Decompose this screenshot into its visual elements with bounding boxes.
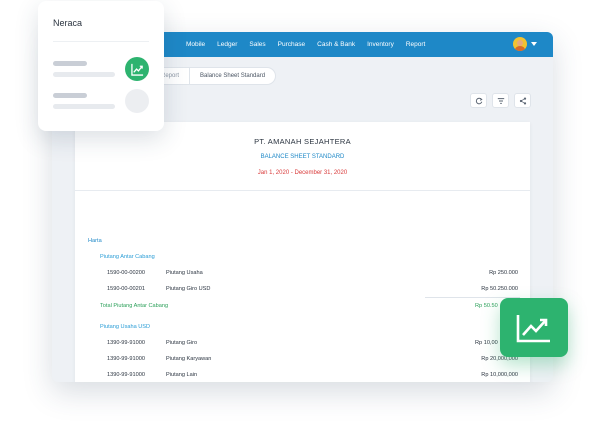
placeholder-line	[53, 104, 115, 109]
group-title: Piutang Antar Cabang	[100, 254, 155, 260]
account-amount: Rp 10,000,000	[481, 372, 518, 378]
account-code: 1390-99-91000	[107, 356, 145, 362]
report-period: Jan 1, 2020 - December 31, 2020	[257, 170, 348, 176]
main-nav: Mobile Ledger Sales Purchase Cash & Bank…	[186, 32, 437, 57]
nav-item-purchase[interactable]: Purchase	[278, 41, 305, 48]
group-total-label: Total Piutang Antar Cabang	[100, 303, 169, 309]
account-name: Piutang Giro USD	[166, 286, 211, 292]
account-name: Piutang Karyawan	[166, 356, 212, 362]
avatar[interactable]	[513, 37, 527, 51]
account-amount: Rp 10,00	[475, 340, 498, 346]
section-harta: Harta	[88, 238, 102, 244]
breadcrumb-current: Balance Sheet Standard	[189, 67, 277, 85]
company-name: PT. AMANAH SEJAHTERA	[254, 137, 351, 146]
account-name: Piutang Usaha	[166, 270, 203, 276]
account-code: 1590-00-00200	[107, 270, 145, 276]
chart-badge	[125, 57, 149, 81]
account-code: 1590-00-00201	[107, 286, 145, 292]
breadcrumb: Report Balance Sheet Standard	[148, 67, 277, 85]
chart-button[interactable]	[500, 298, 568, 357]
trending-up-icon	[516, 314, 550, 342]
refresh-icon	[475, 97, 483, 104]
account-code: 1390-99-91000	[107, 340, 145, 346]
report-sheet: PT. AMANAH SEJAHTERA BALANCE SHEET STAND…	[75, 122, 530, 382]
report-toolbar	[465, 93, 531, 108]
nav-item-cash-bank[interactable]: Cash & Bank	[317, 41, 355, 48]
user-menu[interactable]	[513, 37, 537, 51]
nav-item-report[interactable]: Report	[406, 41, 426, 48]
placeholder-badge	[125, 89, 149, 113]
card-title: Neraca	[53, 18, 83, 28]
account-name: Piutang Lain	[166, 372, 198, 378]
account-name: Piutang Giro	[166, 340, 198, 346]
share-button[interactable]	[514, 93, 531, 108]
chevron-down-icon[interactable]	[531, 42, 537, 46]
placeholder-line	[53, 93, 87, 98]
account-amount: Rp 250.000	[489, 270, 518, 276]
placeholder-line	[53, 61, 87, 66]
share-icon	[519, 96, 526, 105]
filter-icon	[497, 97, 504, 104]
trending-up-icon	[130, 63, 143, 76]
refresh-button[interactable]	[470, 93, 487, 108]
nav-item-ledger[interactable]: Ledger	[217, 41, 237, 48]
report-title: BALANCE SHEET STANDARD	[260, 154, 345, 160]
group-total-amount: Rp 50.50	[475, 303, 498, 309]
group-title: Piutang Usaha USD	[100, 324, 151, 330]
placeholder-line	[53, 72, 115, 77]
filter-button[interactable]	[492, 93, 509, 108]
nav-item-sales[interactable]: Sales	[249, 41, 265, 48]
nav-item-inventory[interactable]: Inventory	[367, 41, 394, 48]
divider	[75, 190, 530, 191]
divider	[53, 41, 149, 42]
account-amount: Rp 50.250.000	[481, 286, 518, 292]
neraca-card: Neraca	[38, 1, 164, 131]
account-code: 1390-99-91000	[107, 372, 145, 378]
nav-item-mobile[interactable]: Mobile	[186, 41, 205, 48]
